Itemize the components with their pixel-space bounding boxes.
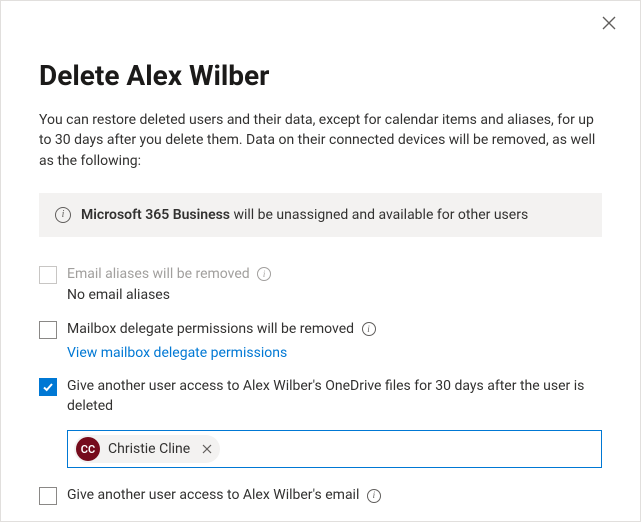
license-notice: i Microsoft 365 Business will be unassig… (39, 193, 602, 237)
option-email-access-label: Give another user access to Alex Wilber'… (67, 487, 359, 503)
delete-user-panel: Delete Alex Wilber You can restore delet… (0, 0, 641, 522)
option-delegate: Mailbox delegate permissions will be rem… (39, 320, 602, 363)
view-delegate-link[interactable]: View mailbox delegate permissions (67, 344, 287, 364)
onedrive-user-picker[interactable]: CC Christie Cline (67, 430, 602, 468)
checkbox-email-access[interactable] (39, 487, 57, 505)
checkbox-email-aliases (39, 266, 57, 284)
option-email-aliases-sub: No email aliases (67, 286, 602, 306)
avatar: CC (76, 437, 100, 461)
panel-title: Delete Alex Wilber (39, 59, 602, 92)
info-icon[interactable]: i (257, 267, 271, 281)
option-onedrive-access: Give another user access to Alex Wilber'… (39, 377, 602, 416)
remove-chip-button[interactable] (200, 442, 214, 456)
info-icon[interactable]: i (367, 489, 381, 503)
license-notice-text: Microsoft 365 Business will be unassigne… (81, 207, 528, 223)
option-email-aliases-label: Email aliases will be removed (67, 266, 250, 282)
info-icon[interactable]: i (362, 322, 376, 336)
checkbox-onedrive-access[interactable] (39, 378, 57, 396)
option-onedrive-label: Give another user access to Alex Wilber'… (67, 378, 584, 414)
person-chip: CC Christie Cline (74, 435, 220, 463)
intro-text: You can restore deleted users and their … (39, 110, 602, 171)
option-delegate-label: Mailbox delegate permissions will be rem… (67, 321, 354, 337)
checkbox-delegate[interactable] (39, 321, 57, 339)
option-email-access: Give another user access to Alex Wilber'… (39, 486, 602, 506)
info-icon: i (55, 207, 71, 223)
license-product: Microsoft 365 Business (81, 207, 230, 223)
close-button[interactable] (602, 15, 622, 35)
person-chip-name: Christie Cline (108, 441, 190, 457)
option-email-aliases: Email aliases will be removed i No email… (39, 265, 602, 306)
license-suffix: will be unassigned and available for oth… (230, 207, 528, 223)
